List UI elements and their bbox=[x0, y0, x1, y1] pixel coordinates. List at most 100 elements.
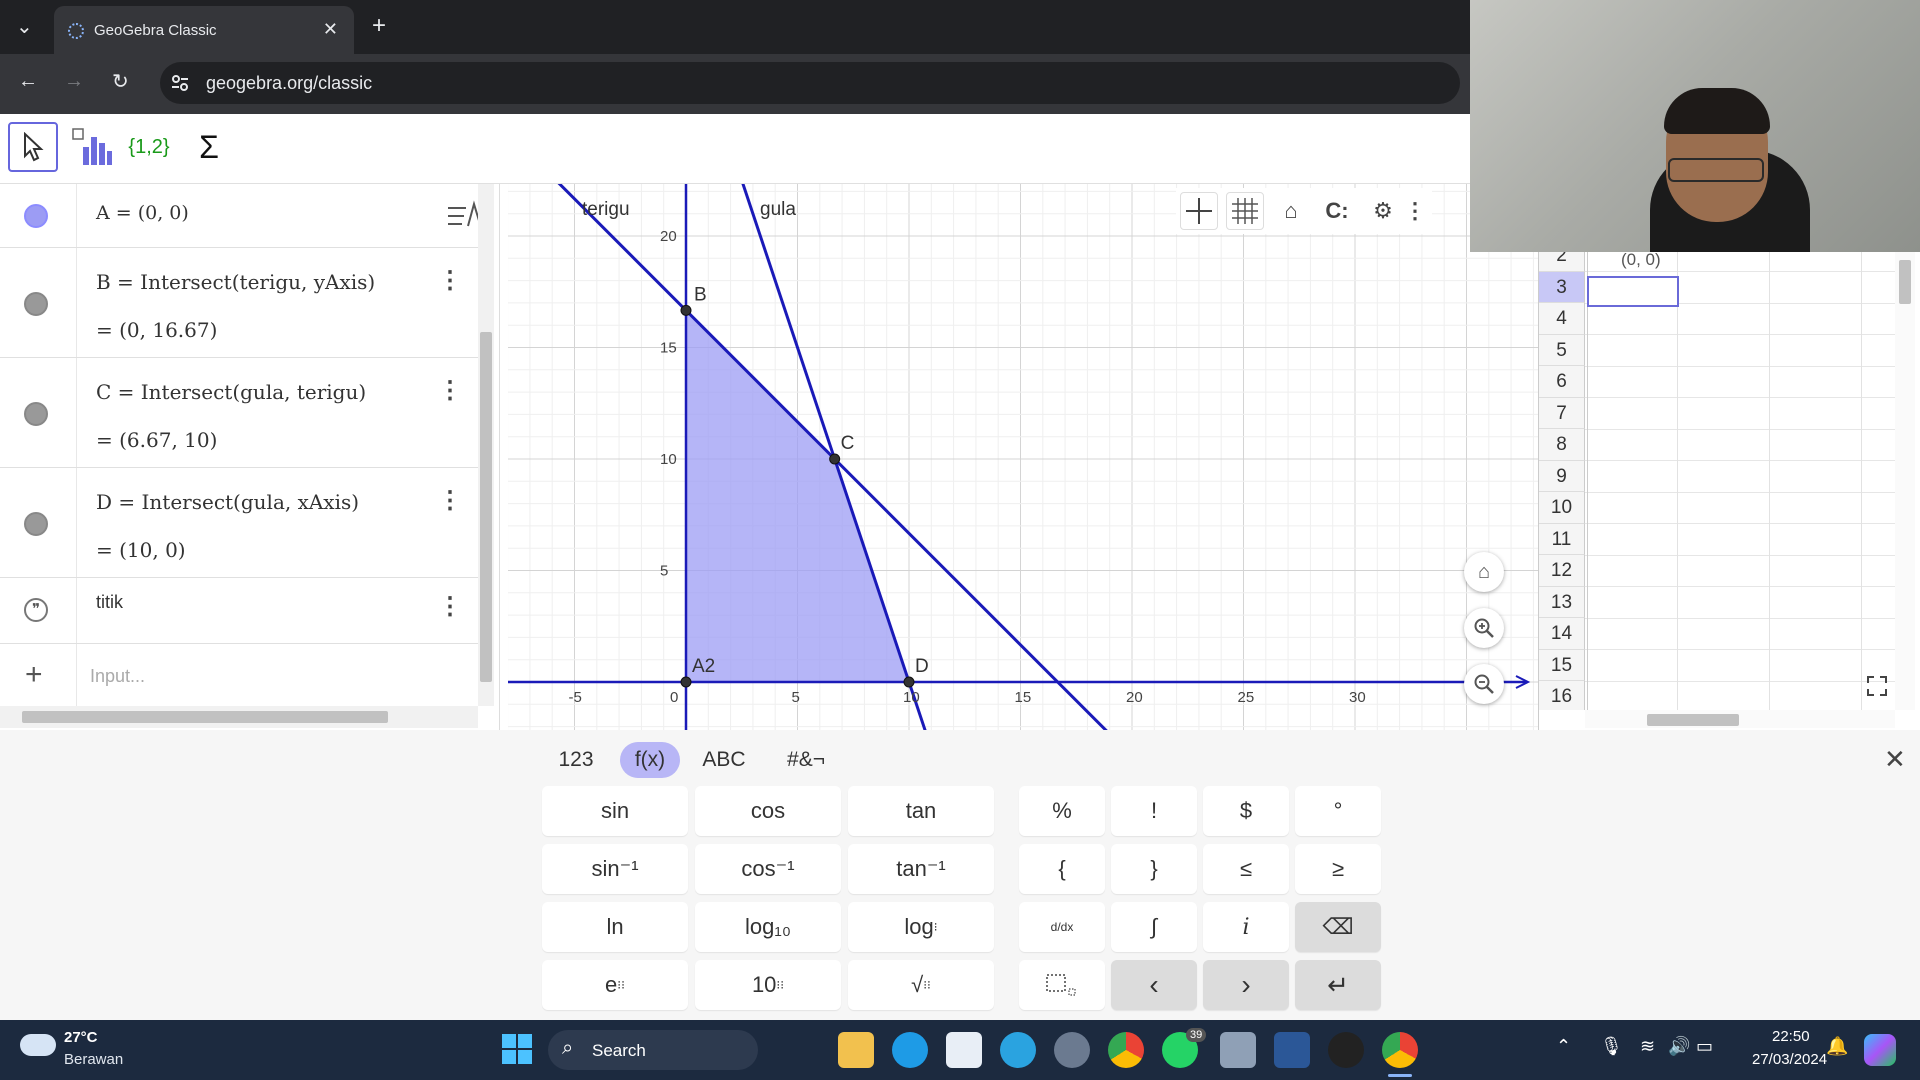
key-imaginary[interactable]: i bbox=[1203, 902, 1289, 952]
right-arrow-icon[interactable]: › bbox=[1203, 960, 1289, 1010]
key-open-brace[interactable]: { bbox=[1019, 844, 1105, 894]
key-derivative[interactable]: d/dx bbox=[1019, 902, 1105, 952]
clock-date[interactable]: 27/03/2024 bbox=[1752, 1051, 1827, 1068]
tab-symbols[interactable]: #&¬ bbox=[776, 742, 836, 778]
more-options-icon[interactable]: ⋮ bbox=[438, 376, 462, 405]
key-percent[interactable]: % bbox=[1019, 786, 1105, 836]
axes-toggle-icon[interactable] bbox=[1180, 192, 1218, 230]
row-header[interactable]: 16 bbox=[1539, 681, 1585, 710]
list-tool[interactable]: {1,2} bbox=[124, 122, 174, 172]
row-header[interactable]: 12 bbox=[1539, 555, 1585, 587]
app-icon[interactable] bbox=[1328, 1032, 1364, 1068]
browser-tab[interactable]: GeoGebra Classic ✕ bbox=[54, 6, 354, 54]
more-options-icon[interactable]: ⋮ bbox=[438, 266, 462, 295]
input-row[interactable]: + Input... bbox=[0, 644, 478, 708]
more-options-icon[interactable]: ⋮ bbox=[438, 486, 462, 515]
visibility-toggle-c[interactable] bbox=[24, 402, 48, 426]
algebra-row-d[interactable]: D = Intersect(gula, xAxis) = (10, 0) ⋮ bbox=[0, 468, 478, 578]
row-header[interactable]: 9 bbox=[1539, 460, 1585, 492]
key-close-brace[interactable]: } bbox=[1111, 844, 1197, 894]
key-arctan[interactable]: tan⁻¹ bbox=[848, 844, 994, 894]
key-nth-root[interactable]: √ ⁝⁝ bbox=[848, 960, 994, 1010]
visibility-toggle-b[interactable] bbox=[24, 292, 48, 316]
microphone-icon[interactable]: 🎙 bbox=[1600, 1036, 1623, 1057]
taskbar-search[interactable]: ⌕ Search bbox=[548, 1030, 758, 1070]
key-power-of-ten[interactable]: 10 ⁝⁝ bbox=[695, 960, 841, 1010]
key-log-base[interactable]: log ⁝ bbox=[848, 902, 994, 952]
chrome-active-icon[interactable] bbox=[1382, 1032, 1418, 1068]
copilot-icon[interactable] bbox=[1864, 1034, 1896, 1066]
row-header[interactable]: 4 bbox=[1539, 303, 1585, 335]
close-keyboard-icon[interactable]: ✕ bbox=[1884, 744, 1906, 775]
point-capture-icon[interactable]: C: bbox=[1318, 192, 1356, 230]
algebra-row-a[interactable]: A = (0, 0) bbox=[0, 184, 489, 248]
battery-icon[interactable]: ▭ bbox=[1696, 1036, 1713, 1057]
more-options-icon[interactable]: ⋮ bbox=[438, 592, 462, 621]
store-icon[interactable] bbox=[946, 1032, 982, 1068]
key-greater-equal[interactable]: ≥ bbox=[1295, 844, 1381, 894]
sheet-vertical-scrollbar[interactable] bbox=[1895, 184, 1915, 710]
point-d[interactable] bbox=[903, 676, 915, 688]
sum-tool[interactable]: Σ bbox=[184, 122, 234, 172]
zoom-in-icon[interactable] bbox=[1464, 608, 1504, 648]
settings-icon[interactable] bbox=[1054, 1032, 1090, 1068]
visibility-toggle-d[interactable] bbox=[24, 512, 48, 536]
clock-time[interactable]: 22:50 bbox=[1772, 1028, 1810, 1045]
row-header[interactable]: 8 bbox=[1539, 429, 1585, 461]
row-header[interactable]: 14 bbox=[1539, 618, 1585, 650]
settings-gear-icon[interactable]: ⚙ bbox=[1364, 192, 1402, 230]
key-sin[interactable]: sin bbox=[542, 786, 688, 836]
move-tool-icon[interactable] bbox=[8, 122, 58, 172]
key-log10[interactable]: log₁₀ bbox=[695, 902, 841, 952]
new-tab-icon[interactable]: + bbox=[372, 12, 386, 40]
row-header[interactable]: 6 bbox=[1539, 366, 1585, 398]
sheet-horizontal-scrollbar[interactable] bbox=[1585, 710, 1895, 728]
key-cos[interactable]: cos bbox=[695, 786, 841, 836]
reload-icon[interactable]: ↻ bbox=[112, 69, 129, 94]
edge-browser-icon[interactable] bbox=[892, 1032, 928, 1068]
key-subscript-icon[interactable] bbox=[1019, 960, 1105, 1010]
row-header[interactable]: 3 bbox=[1539, 271, 1585, 303]
weather-temp[interactable]: 27°C bbox=[64, 1029, 98, 1046]
row-header[interactable]: 7 bbox=[1539, 397, 1585, 429]
key-ln[interactable]: ln bbox=[542, 902, 688, 952]
tab-abc[interactable]: ABC bbox=[694, 742, 754, 778]
add-icon[interactable]: + bbox=[25, 658, 43, 692]
key-integral[interactable]: ∫ bbox=[1111, 902, 1197, 952]
key-degree[interactable]: ° bbox=[1295, 786, 1381, 836]
forward-icon[interactable]: → bbox=[64, 70, 84, 93]
horizontal-scrollbar[interactable] bbox=[0, 706, 478, 728]
volume-icon[interactable]: 🔊 bbox=[1668, 1036, 1690, 1057]
algebra-row-c[interactable]: C = Intersect(gula, terigu) = (6.67, 10)… bbox=[0, 358, 478, 468]
notification-bell-icon[interactable]: 🔔 bbox=[1826, 1036, 1848, 1057]
wifi-icon[interactable]: ≋ bbox=[1640, 1036, 1655, 1057]
row-header[interactable]: 11 bbox=[1539, 523, 1585, 555]
left-arrow-icon[interactable]: ‹ bbox=[1111, 960, 1197, 1010]
chrome-icon[interactable] bbox=[1108, 1032, 1144, 1068]
back-icon[interactable]: ← bbox=[18, 70, 38, 93]
fullscreen-icon[interactable] bbox=[1865, 674, 1889, 698]
key-tan[interactable]: tan bbox=[848, 786, 994, 836]
algebra-row-text[interactable]: ❞ titik ⋮ bbox=[0, 578, 478, 644]
standard-view-home-icon[interactable]: ⌂ bbox=[1464, 552, 1504, 592]
key-less-equal[interactable]: ≤ bbox=[1203, 844, 1289, 894]
site-info-icon[interactable] bbox=[170, 73, 190, 93]
more-options-icon[interactable]: ⋮ bbox=[1402, 192, 1428, 230]
tab-123[interactable]: 123 bbox=[546, 742, 606, 778]
selected-cell-b3[interactable] bbox=[1587, 276, 1679, 307]
input-bar[interactable]: Input... bbox=[90, 666, 145, 687]
telegram-icon[interactable] bbox=[1000, 1032, 1036, 1068]
grid-toggle-icon[interactable] bbox=[1226, 192, 1264, 230]
spreadsheet-grid[interactable]: 2 3 4 5 6 7 8 9 10 11 12 13 14 15 16 bbox=[1539, 244, 1920, 710]
graphics-view[interactable]: -5 0 5 10 15 20 25 30 20 15 10 5 terigu gula B C D A2 bbox=[508, 184, 1538, 730]
weather-cloud-icon[interactable] bbox=[20, 1034, 56, 1056]
windows-start-icon[interactable] bbox=[502, 1034, 532, 1064]
file-explorer-icon[interactable] bbox=[838, 1032, 874, 1068]
key-arcsin[interactable]: sin⁻¹ bbox=[542, 844, 688, 894]
key-exp[interactable]: e ⁝⁝ bbox=[542, 960, 688, 1010]
key-factorial[interactable]: ! bbox=[1111, 786, 1197, 836]
tab-list-icon[interactable]: ⌄ bbox=[16, 14, 33, 39]
quote-icon[interactable]: ❞ bbox=[24, 598, 48, 622]
algebra-row-b[interactable]: B = Intersect(terigu, yAxis) = (0, 16.67… bbox=[0, 248, 478, 358]
tab-fx[interactable]: f(x) bbox=[620, 742, 680, 778]
